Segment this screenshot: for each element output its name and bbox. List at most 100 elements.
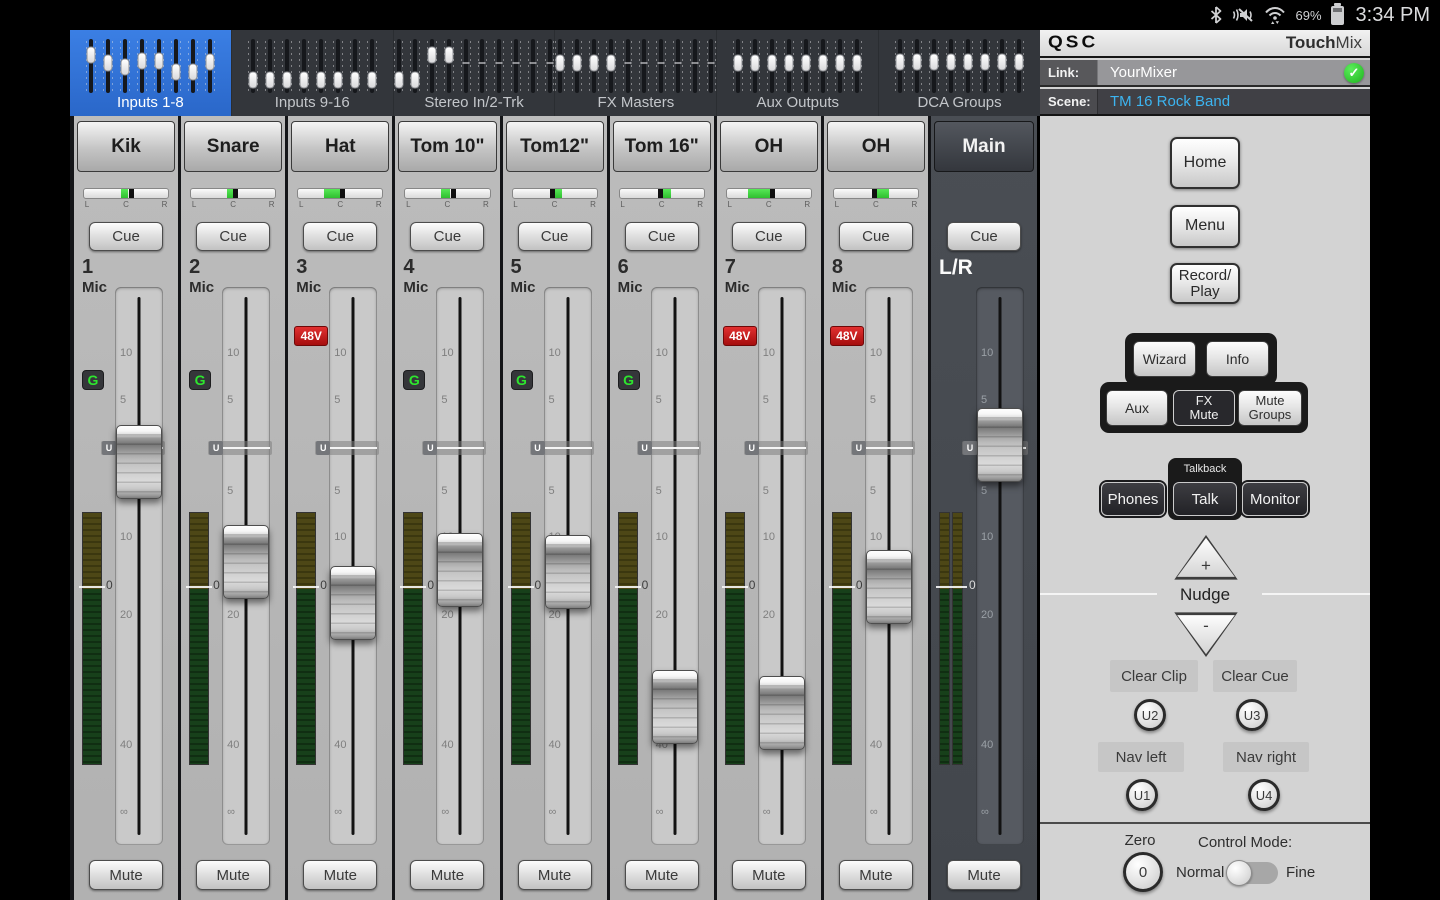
fader-track[interactable]: 1055102040∞ xyxy=(758,287,806,845)
fader-knob[interactable] xyxy=(330,566,376,640)
pan-control[interactable]: LCR xyxy=(512,188,598,212)
mute-button[interactable]: Mute xyxy=(410,860,484,890)
mute-button[interactable]: Mute xyxy=(518,860,592,890)
cue-button[interactable]: Cue xyxy=(89,222,163,251)
mute-groups-button[interactable]: MuteGroups xyxy=(1238,390,1302,426)
record-play-button[interactable]: Record/Play xyxy=(1170,263,1240,304)
aux-button[interactable]: Aux xyxy=(1106,390,1168,426)
channel-name-button[interactable]: Hat xyxy=(291,121,389,172)
cue-button[interactable]: Cue xyxy=(303,222,377,251)
pan-label-left: L xyxy=(85,200,89,209)
fader-knob[interactable] xyxy=(545,535,591,609)
pan-control[interactable]: LCR xyxy=(619,188,705,212)
fader-knob[interactable] xyxy=(116,425,162,499)
control-mode-toggle[interactable] xyxy=(1228,862,1278,884)
fader-knob[interactable] xyxy=(977,408,1023,482)
mini-fader xyxy=(461,39,471,93)
mute-button[interactable]: Mute xyxy=(303,860,377,890)
mini-fader-track xyxy=(497,39,501,93)
user-button-u2[interactable]: U2 xyxy=(1134,699,1166,731)
channel-name-button[interactable]: Tom 10" xyxy=(398,121,496,172)
channel-name-button[interactable]: OH xyxy=(827,121,925,172)
tab-aux-outputs[interactable]: Aux Outputs xyxy=(716,30,878,116)
channel-number: 2 xyxy=(189,256,200,279)
fader-scale-label: 5 xyxy=(120,394,126,406)
mini-fader-icon xyxy=(70,39,231,93)
mute-button[interactable]: Mute xyxy=(732,860,806,890)
channel-name-button[interactable]: Main xyxy=(934,121,1034,172)
pan-label-right: R xyxy=(804,200,810,209)
pan-control[interactable]: LCR xyxy=(833,188,919,212)
fader-scale-label: 40 xyxy=(549,739,561,751)
link-ok-icon: ✓ xyxy=(1344,63,1364,83)
pan-label-left: L xyxy=(406,200,410,209)
fader-scale-label: 5 xyxy=(656,394,662,406)
mute-button[interactable]: Mute xyxy=(89,860,163,890)
tab-fx-masters[interactable]: FX Masters xyxy=(554,30,716,116)
user-button-u3[interactable]: U3 xyxy=(1236,699,1268,731)
nudge-down-button[interactable]: - xyxy=(1173,610,1239,658)
cue-button[interactable]: Cue xyxy=(196,222,270,251)
fader-track[interactable]: 1055102040∞ xyxy=(651,287,699,845)
cue-button[interactable]: Cue xyxy=(410,222,484,251)
fader-knob[interactable] xyxy=(759,676,805,750)
home-button[interactable]: Home xyxy=(1170,137,1240,189)
channel-name-button[interactable]: Tom 16" xyxy=(613,121,711,172)
tab-inputs-1-8[interactable]: Inputs 1-8 xyxy=(70,30,231,116)
mini-fader-knob xyxy=(265,71,274,88)
mute-button[interactable]: Mute xyxy=(625,860,699,890)
mini-fader-knob xyxy=(394,71,403,88)
channel-name-button[interactable]: Tom12" xyxy=(506,121,604,172)
scene-status-row: Scene: TM 16 Rock Band xyxy=(1040,89,1370,116)
fader-knob[interactable] xyxy=(652,670,698,744)
pan-scale-labels: LCR xyxy=(404,199,490,210)
pan-control[interactable]: LCR xyxy=(83,188,169,212)
user-button-u4[interactable]: U4 xyxy=(1248,779,1280,811)
fader-track[interactable]: 1055102040∞ xyxy=(976,287,1024,845)
zero-button[interactable]: 0 xyxy=(1123,852,1163,892)
fader-knob[interactable] xyxy=(437,533,483,607)
fader-knob[interactable] xyxy=(866,550,912,624)
pan-control[interactable]: LCR xyxy=(404,188,490,212)
meter-lower-segment xyxy=(953,589,962,764)
clear-cue-button[interactable]: Clear Cue xyxy=(1213,660,1297,692)
fader-track[interactable]: 1055102040∞ xyxy=(115,287,163,845)
tab-dca-groups[interactable]: DCA Groups xyxy=(878,30,1040,116)
meter-lower-segment xyxy=(726,589,744,764)
tab-inputs-9-16[interactable]: Inputs 9-16 xyxy=(231,30,393,116)
user-button-u1[interactable]: U1 xyxy=(1126,779,1158,811)
wizard-button[interactable]: Wizard xyxy=(1133,341,1196,377)
info-button[interactable]: Info xyxy=(1206,341,1269,377)
cue-button[interactable]: Cue xyxy=(839,222,913,251)
menu-button[interactable]: Menu xyxy=(1170,205,1240,248)
tab-stereo-in-2trk[interactable]: Stereo In/2-Trk xyxy=(393,30,555,116)
mute-button[interactable]: Mute xyxy=(947,860,1021,890)
channel-name-button[interactable]: Kik xyxy=(77,121,175,172)
pan-control[interactable]: LCR xyxy=(297,188,383,212)
gate-indicator: G xyxy=(189,370,211,390)
level-meter-bar xyxy=(618,512,638,765)
nav-right-button[interactable]: Nav right xyxy=(1223,742,1309,772)
monitor-button[interactable]: Monitor xyxy=(1242,482,1308,516)
phones-button[interactable]: Phones xyxy=(1101,482,1165,516)
channel-name-button[interactable]: Snare xyxy=(184,121,282,172)
nav-left-button[interactable]: Nav left xyxy=(1098,742,1184,772)
channel-number: 4 xyxy=(403,256,414,279)
cue-button[interactable]: Cue xyxy=(518,222,592,251)
fader-scale-label: 10 xyxy=(227,347,239,359)
nudge-up-button[interactable]: + xyxy=(1173,534,1239,582)
cue-button[interactable]: Cue xyxy=(625,222,699,251)
cue-button[interactable]: Cue xyxy=(947,222,1021,251)
cue-button[interactable]: Cue xyxy=(732,222,806,251)
fx-mute-button[interactable]: FXMute xyxy=(1173,390,1235,426)
pan-control[interactable]: LCR xyxy=(190,188,276,212)
mute-button[interactable]: Mute xyxy=(196,860,270,890)
fader-knob[interactable] xyxy=(223,525,269,599)
clear-clip-button[interactable]: Clear Clip xyxy=(1110,660,1198,692)
mute-button[interactable]: Mute xyxy=(839,860,913,890)
pan-control[interactable]: LCR xyxy=(726,188,812,212)
channel-strip-2: SnareLCRCue2Mic1055102040∞UG0Mute xyxy=(181,116,285,900)
talk-button[interactable]: Talk xyxy=(1173,482,1237,516)
channel-name-button[interactable]: OH xyxy=(720,121,818,172)
mini-fader-knob xyxy=(768,55,777,72)
